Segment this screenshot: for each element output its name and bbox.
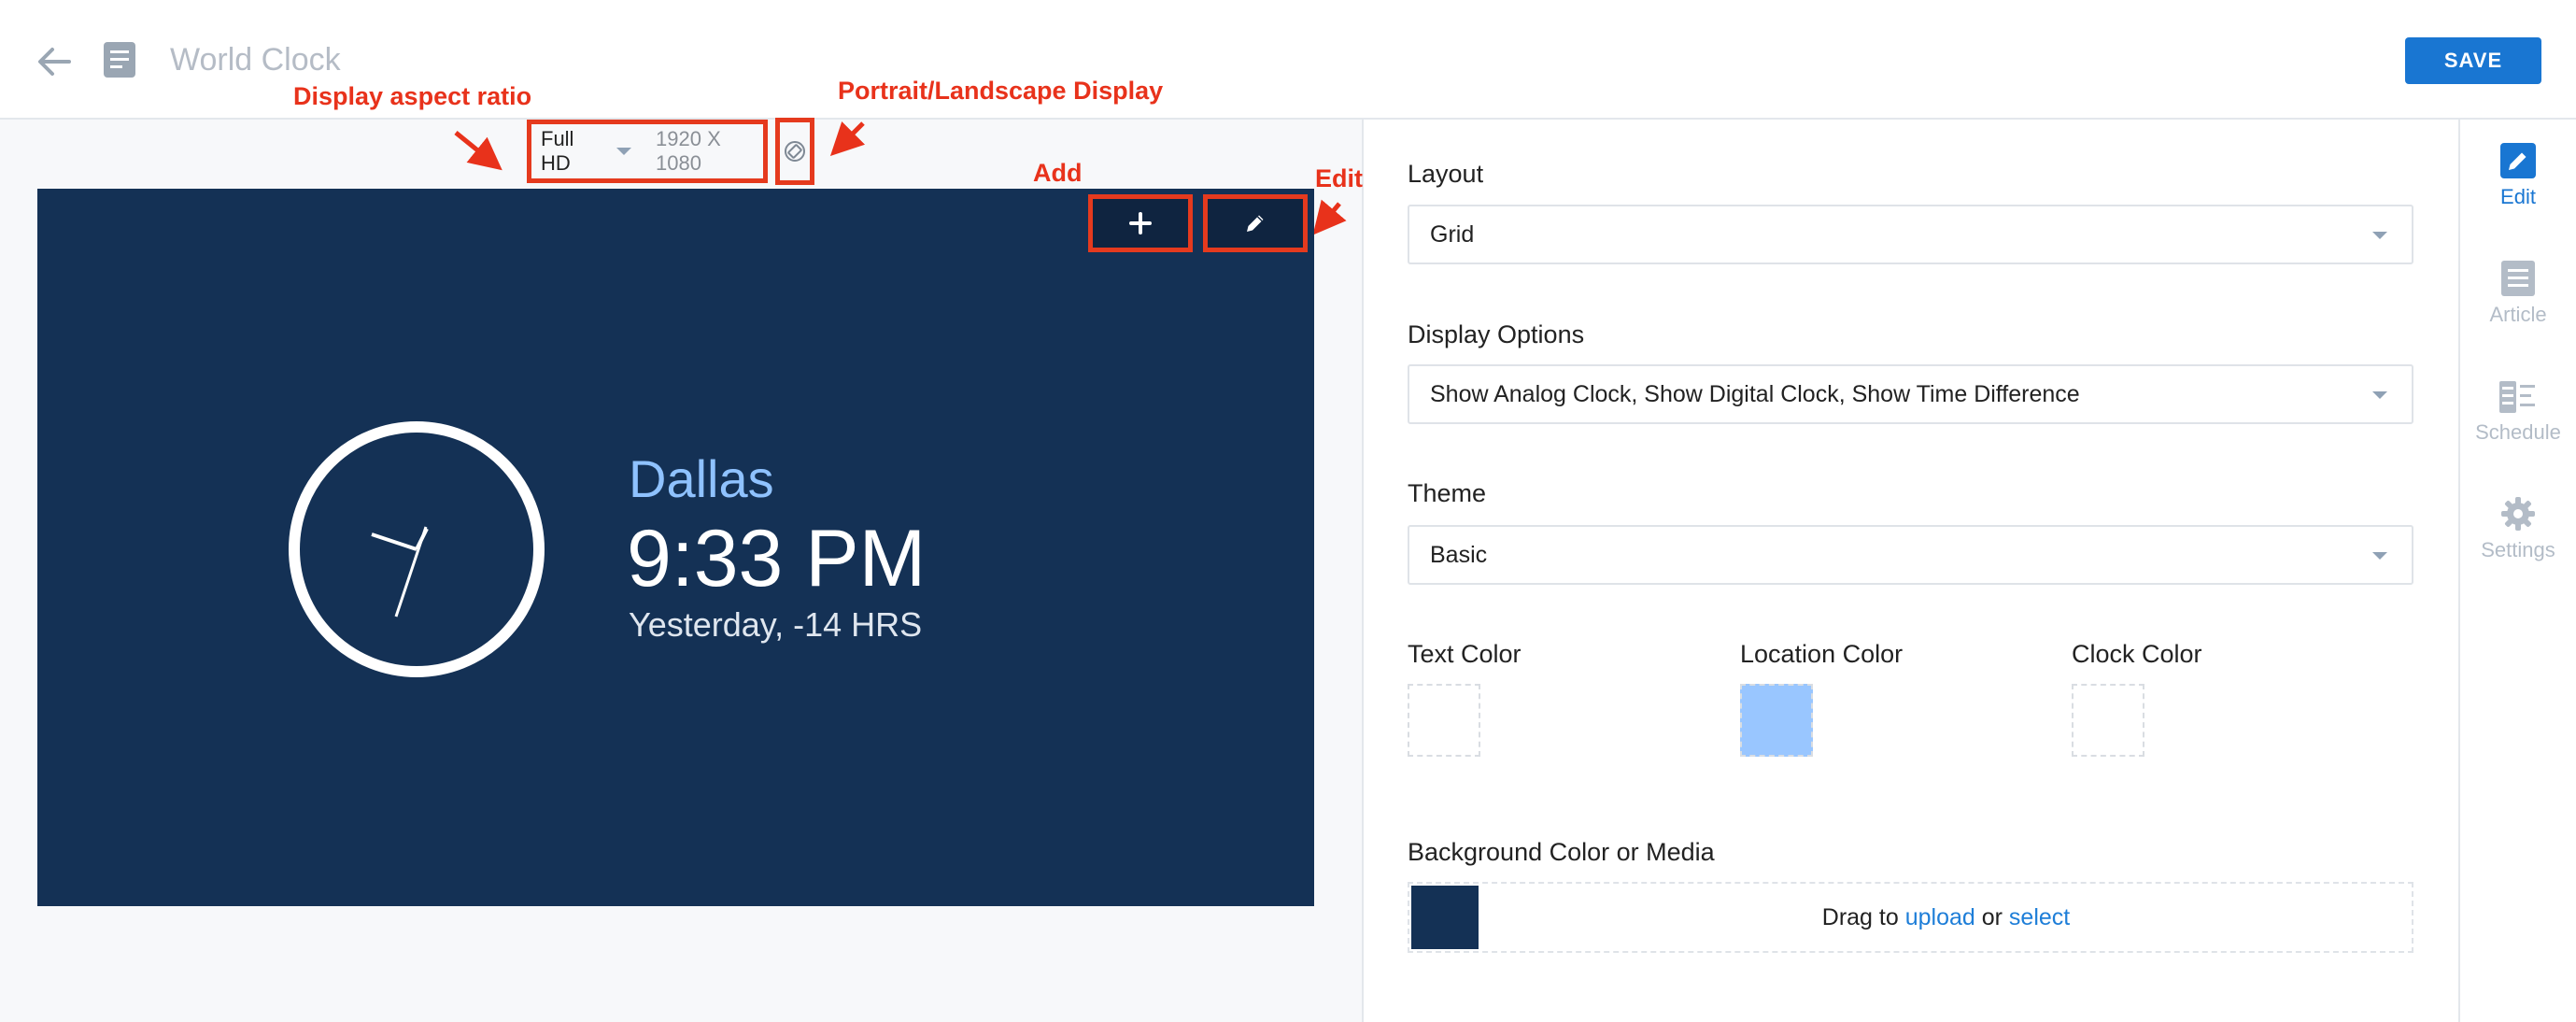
resolution-preset-dropdown[interactable]: Full HD xyxy=(541,127,632,176)
display-options-label: Display Options xyxy=(1408,320,1585,348)
theme-value: Basic xyxy=(1430,542,1488,568)
edit-button[interactable] xyxy=(1203,194,1308,252)
analog-clock xyxy=(289,421,545,677)
add-button[interactable] xyxy=(1088,194,1193,252)
resolution-selector: Full HD 1920 X 1080 xyxy=(527,120,768,183)
dropzone-text: Drag to upload or select xyxy=(1480,884,2412,951)
chevron-down-icon xyxy=(2372,232,2387,239)
page-title: World Clock xyxy=(170,42,341,78)
theme-select[interactable]: Basic xyxy=(1408,525,2413,585)
gear-icon xyxy=(2501,497,2535,531)
background-label: Background Color or Media xyxy=(1408,838,1715,866)
clock-color-label: Clock Color xyxy=(2072,640,2202,668)
theme-label: Theme xyxy=(1408,479,1487,507)
plus-icon xyxy=(1129,212,1152,234)
select-link[interactable]: select xyxy=(2009,904,2070,930)
orientation-toggle-button[interactable] xyxy=(775,118,814,185)
pencil-icon xyxy=(1247,215,1264,232)
clock-color-swatch[interactable] xyxy=(2072,684,2144,757)
text-color-swatch[interactable] xyxy=(1408,684,1480,757)
rail-label-settings: Settings xyxy=(2481,538,2555,561)
clock-time-difference: Yesterday, -14 HRS xyxy=(629,605,923,644)
rail-label-article: Article xyxy=(2489,303,2547,326)
chevron-down-icon xyxy=(2372,552,2387,560)
save-button[interactable]: SAVE xyxy=(2405,37,2541,84)
display-options-value: Show Analog Clock, Show Digital Clock, S… xyxy=(1430,381,2080,407)
clock-hour-hand xyxy=(371,532,418,551)
resolution-preset-label: Full HD xyxy=(541,127,574,175)
rail-item-article[interactable]: Article xyxy=(2460,260,2576,327)
back-arrow-icon[interactable] xyxy=(34,41,75,82)
clock-city-name: Dallas xyxy=(629,449,774,508)
add-annotation: Add xyxy=(1033,159,1083,187)
layout-label: Layout xyxy=(1408,160,1484,188)
settings-panel: Layout Grid Display Options Show Analog … xyxy=(1366,120,2458,1022)
location-color-swatch[interactable] xyxy=(1740,684,1813,757)
location-color-label: Location Color xyxy=(1740,640,1904,668)
or-text: or xyxy=(1981,904,2003,930)
chevron-down-icon xyxy=(2372,391,2387,399)
display-options-select[interactable]: Show Analog Clock, Show Digital Clock, S… xyxy=(1408,364,2413,424)
rail-label-edit: Edit xyxy=(2500,185,2536,208)
rail-item-settings[interactable]: Settings xyxy=(2460,495,2576,562)
upload-link[interactable]: upload xyxy=(1905,904,1975,930)
pencil-icon xyxy=(2500,143,2536,178)
background-color-swatch[interactable] xyxy=(1411,886,1479,949)
clock-digital-time: 9:33 PM xyxy=(627,514,927,603)
rail-item-edit[interactable]: Edit xyxy=(2460,142,2576,209)
background-media-dropzone[interactable]: Drag to upload or select xyxy=(1408,882,2413,953)
article-icon xyxy=(2501,261,2535,296)
document-icon xyxy=(103,41,136,78)
clock-second-hand xyxy=(394,526,428,617)
chevron-down-icon xyxy=(616,148,632,155)
text-color-label: Text Color xyxy=(1408,640,1522,668)
rotate-icon xyxy=(785,141,805,162)
layout-select[interactable]: Grid xyxy=(1408,205,2413,264)
layout-value: Grid xyxy=(1430,221,1475,248)
aspect-ratio-annotation: Display aspect ratio xyxy=(293,82,532,110)
rail-label-schedule: Schedule xyxy=(2475,420,2561,444)
drop-prefix-text: Drag to xyxy=(1821,904,1899,930)
edit-annotation: Edit xyxy=(1315,164,1363,192)
rail-item-schedule[interactable]: Schedule xyxy=(2460,377,2576,445)
right-rail: Edit Article Schedule Settings xyxy=(2458,120,2576,1022)
schedule-icon xyxy=(2499,381,2535,413)
resolution-dimensions: 1920 X 1080 xyxy=(656,127,721,175)
orientation-annotation: Portrait/Landscape Display xyxy=(838,77,1164,105)
